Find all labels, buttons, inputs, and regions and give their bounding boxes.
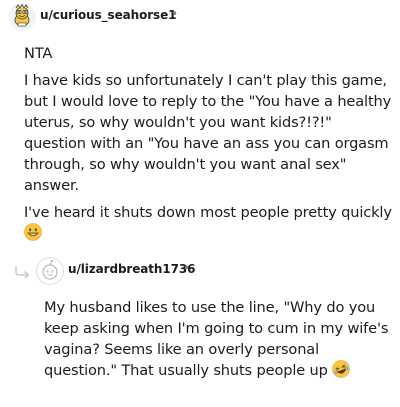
comment-header: u/lizardbreath1736 • [0,254,400,290]
username-link[interactable]: u/curious_seahorse1 [40,8,176,22]
comment-body: NTA I have kids so unfortunately I can't… [24,43,396,253]
comment-paragraph: I've heard it shuts down most people pre… [24,202,396,247]
comment-body: My husband likes to use the line, "Why d… [44,297,396,390]
username-link[interactable]: u/lizardbreath1736 [68,262,195,276]
snoo-avatar-icon[interactable] [8,3,36,31]
default-avatar-icon[interactable] [36,257,64,285]
meta-separator: • [183,261,191,275]
comment-header: u/curious_seahorse1 • [0,0,400,36]
comment-paragraph: My husband likes to use the line, "Why d… [44,297,396,384]
rolling-laughing-face-emoji-icon [332,360,351,384]
comment-paragraph-text: I've heard it shuts down most people pre… [24,204,392,221]
comment-paragraph: I have kids so unfortunately I can't pla… [24,72,392,194]
comment-reply: u/lizardbreath1736 • My husband likes to… [0,254,400,379]
comment: u/curious_seahorse1 • NTA I have kids so… [0,0,400,241]
reply-arrow-icon [14,263,32,282]
meta-separator: • [171,7,179,21]
grinning-face-emoji-icon [24,223,42,247]
comment-paragraph: NTA [24,45,53,62]
